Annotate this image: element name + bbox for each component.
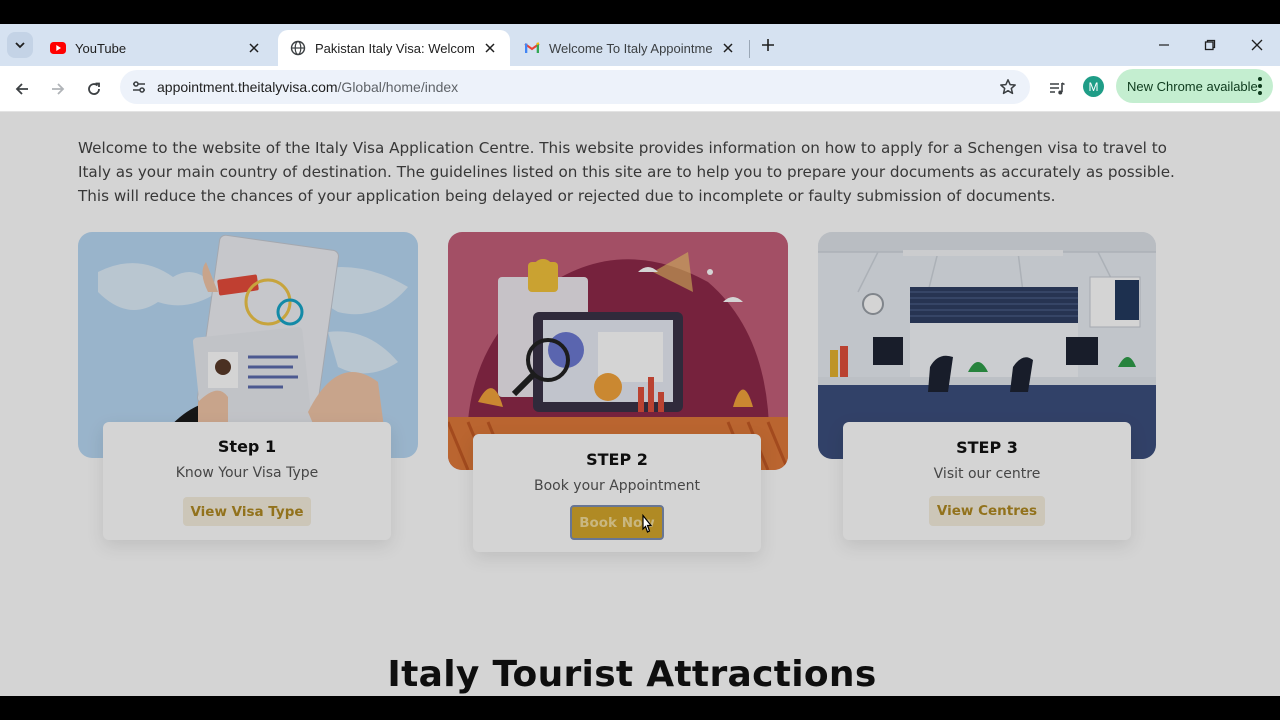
minimize-icon — [1159, 44, 1169, 46]
tab-gmail[interactable]: Welcome To Italy Appointment — [512, 30, 748, 66]
tab-separator — [749, 40, 750, 58]
media-controls-button[interactable] — [1045, 77, 1069, 101]
step-1-subtitle: Know Your Visa Type — [175, 465, 319, 481]
arrow-right-icon — [52, 83, 65, 95]
step-2-card: STEP 2 Book your Appointment Book Now — [473, 434, 761, 552]
reload-icon — [88, 82, 100, 95]
youtube-icon — [50, 42, 66, 54]
tab-title: YouTube — [75, 40, 127, 56]
step-2-subtitle: Book your Appointment — [533, 478, 700, 494]
step-3-title: STEP 3 — [956, 438, 1018, 457]
more-menu-icon[interactable] — [1258, 77, 1262, 95]
star-icon — [1000, 79, 1016, 95]
page-content: Welcome to the website of the Italy Visa… — [0, 112, 1280, 696]
close-tab-icon[interactable] — [720, 40, 736, 56]
step-2-title: STEP 2 — [586, 450, 648, 469]
tune-icon — [133, 81, 145, 93]
chevron-down-icon — [15, 42, 25, 49]
browser-window: YouTube Pakistan Italy Visa: Welcome to … — [0, 24, 1280, 696]
update-label: New Chrome available — [1127, 78, 1258, 94]
new-tab-button[interactable] — [758, 35, 778, 55]
step-1-card: Step 1 Know Your Visa Type View Visa Typ… — [103, 422, 391, 540]
new-chrome-available-button[interactable]: New Chrome available — [1116, 69, 1273, 103]
restore-button[interactable] — [1187, 32, 1233, 58]
close-tab-icon[interactable] — [482, 40, 498, 56]
forward-button[interactable] — [46, 77, 70, 101]
minimize-button[interactable] — [1141, 32, 1187, 58]
view-centres-button[interactable]: View Centres — [929, 496, 1045, 526]
profile-avatar[interactable]: M — [1083, 76, 1104, 97]
reload-button[interactable] — [82, 77, 106, 101]
restore-icon — [1204, 39, 1216, 51]
close-tab-icon[interactable] — [246, 40, 262, 56]
close-window-button[interactable] — [1234, 32, 1280, 58]
mouse-pointer-icon — [642, 514, 653, 533]
url-text[interactable]: appointment.theitalyvisa.com/Global/home… — [157, 79, 458, 95]
tab-strip: YouTube Pakistan Italy Visa: Welcome to … — [0, 24, 1280, 66]
step-1-title: Step 1 — [217, 437, 277, 456]
plus-icon — [762, 39, 774, 51]
browser-toolbar: appointment.theitalyvisa.com/Global/home… — [0, 66, 1280, 112]
gmail-icon — [524, 42, 540, 53]
globe-icon — [290, 40, 306, 56]
url-path: /Global/home/index — [337, 79, 459, 95]
arrow-left-icon — [15, 83, 28, 95]
tab-title: Welcome To Italy Appointment — [549, 40, 712, 56]
tab-italy-visa[interactable]: Pakistan Italy Visa: Welcome to — [278, 30, 510, 66]
intro-paragraph: Welcome to the website of the Italy Visa… — [78, 139, 1175, 205]
tab-search-button[interactable] — [7, 32, 33, 58]
view-visa-type-button[interactable]: View Visa Type — [183, 497, 311, 526]
tab-youtube[interactable]: YouTube — [38, 30, 274, 66]
address-bar[interactable]: appointment.theitalyvisa.com/Global/home… — [120, 70, 1030, 104]
url-host: appointment.theitalyvisa.com — [157, 79, 338, 95]
close-icon — [1251, 39, 1263, 51]
step-3-card: STEP 3 Visit our centre View Centres — [843, 422, 1131, 540]
bookmark-button[interactable] — [998, 77, 1018, 97]
tab-title: Pakistan Italy Visa: Welcome to — [315, 40, 474, 56]
playlist-music-icon — [1050, 82, 1065, 95]
step-3-subtitle: Visit our centre — [933, 466, 1041, 482]
back-button[interactable] — [10, 77, 34, 101]
section-heading: Italy Tourist Attractions — [387, 654, 877, 695]
site-info-button[interactable] — [128, 76, 150, 98]
